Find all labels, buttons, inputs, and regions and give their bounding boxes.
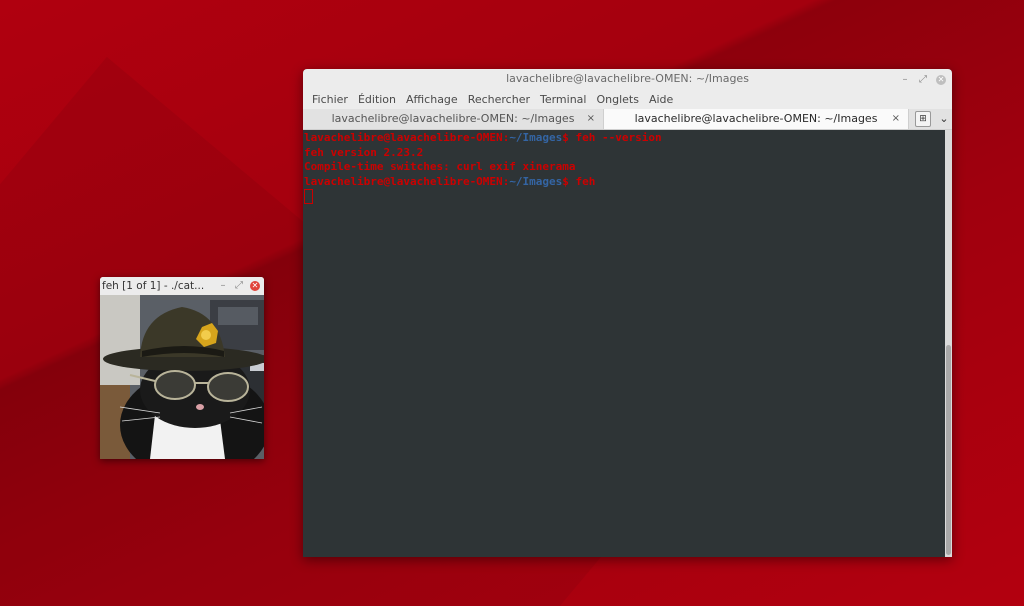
prompt-user: lavachelibre@lavachelibre-OMEN	[304, 131, 503, 144]
new-tab-icon[interactable]: ⊞	[915, 111, 931, 127]
terminal-title: lavachelibre@lavachelibre-OMEN: ~/Images	[506, 72, 749, 85]
chevron-down-icon[interactable]: ⌄	[937, 112, 951, 126]
terminal-line: lavachelibre@lavachelibre-OMEN:~/Images$…	[304, 131, 944, 146]
terminal-titlebar[interactable]: lavachelibre@lavachelibre-OMEN: ~/Images…	[303, 69, 952, 90]
terminal-line: feh version 2.23.2	[304, 145, 424, 159]
feh-window[interactable]: feh [1 of 1] - ./cat... – ⤢ ✕	[100, 277, 264, 459]
command-text: feh	[568, 174, 596, 188]
tab-label: lavachelibre@lavachelibre-OMEN: ~/Images	[634, 112, 878, 125]
terminal-menubar: Fichier Édition Affichage Rechercher Ter…	[303, 90, 952, 109]
terminal-scrollbar[interactable]	[945, 130, 952, 557]
menu-fichier[interactable]: Fichier	[307, 93, 353, 106]
menu-edition[interactable]: Édition	[353, 93, 401, 106]
terminal-line: Compile-time switches: curl exif xineram…	[304, 160, 576, 173]
tab-close-icon[interactable]: ×	[892, 109, 900, 129]
prompt-dollar: $	[562, 131, 569, 144]
menu-onglets[interactable]: Onglets	[591, 93, 643, 106]
feh-title: feh [1 of 1] - ./cat...	[102, 280, 205, 292]
menu-rechercher[interactable]: Rechercher	[463, 93, 535, 106]
menu-terminal[interactable]: Terminal	[535, 93, 592, 106]
minimize-button[interactable]: –	[900, 74, 910, 85]
tab-label: lavachelibre@lavachelibre-OMEN: ~/Images	[331, 112, 575, 125]
prompt-path: ~/Images	[509, 131, 563, 144]
terminal-line: lavachelibre@lavachelibre-OMEN:~/Images$…	[304, 175, 944, 190]
desktop-background: lavachelibre@lavachelibre-OMEN: ~/Images…	[0, 0, 1024, 606]
prompt-dollar: $	[562, 174, 569, 188]
close-button[interactable]: ✕	[936, 74, 946, 85]
scrollbar-thumb[interactable]	[946, 345, 951, 555]
maximize-button[interactable]: ⤢	[918, 74, 928, 85]
terminal-window[interactable]: lavachelibre@lavachelibre-OMEN: ~/Images…	[303, 69, 952, 557]
terminal-output[interactable]: lavachelibre@lavachelibre-OMEN:~/Images$…	[303, 130, 945, 557]
minimize-button[interactable]: –	[218, 281, 228, 291]
text-cursor	[304, 189, 313, 204]
tab-close-icon[interactable]: ×	[587, 109, 595, 129]
cat-photo-image	[100, 295, 264, 459]
menu-affichage[interactable]: Affichage	[401, 93, 463, 106]
prompt-path: ~/Images	[509, 174, 563, 188]
terminal-line	[304, 189, 944, 204]
prompt-user: lavachelibre@lavachelibre-OMEN	[304, 174, 503, 188]
feh-titlebar[interactable]: feh [1 of 1] - ./cat... – ⤢ ✕	[100, 277, 264, 295]
terminal-tabbar: lavachelibre@lavachelibre-OMEN: ~/Images…	[303, 109, 952, 130]
tab-2-active[interactable]: lavachelibre@lavachelibre-OMEN: ~/Images…	[604, 109, 909, 129]
command-text: feh --version	[568, 131, 662, 144]
close-button[interactable]: ✕	[250, 281, 260, 291]
menu-aide[interactable]: Aide	[644, 93, 678, 106]
maximize-button[interactable]: ⤢	[234, 281, 244, 291]
tab-1[interactable]: lavachelibre@lavachelibre-OMEN: ~/Images…	[303, 109, 604, 129]
